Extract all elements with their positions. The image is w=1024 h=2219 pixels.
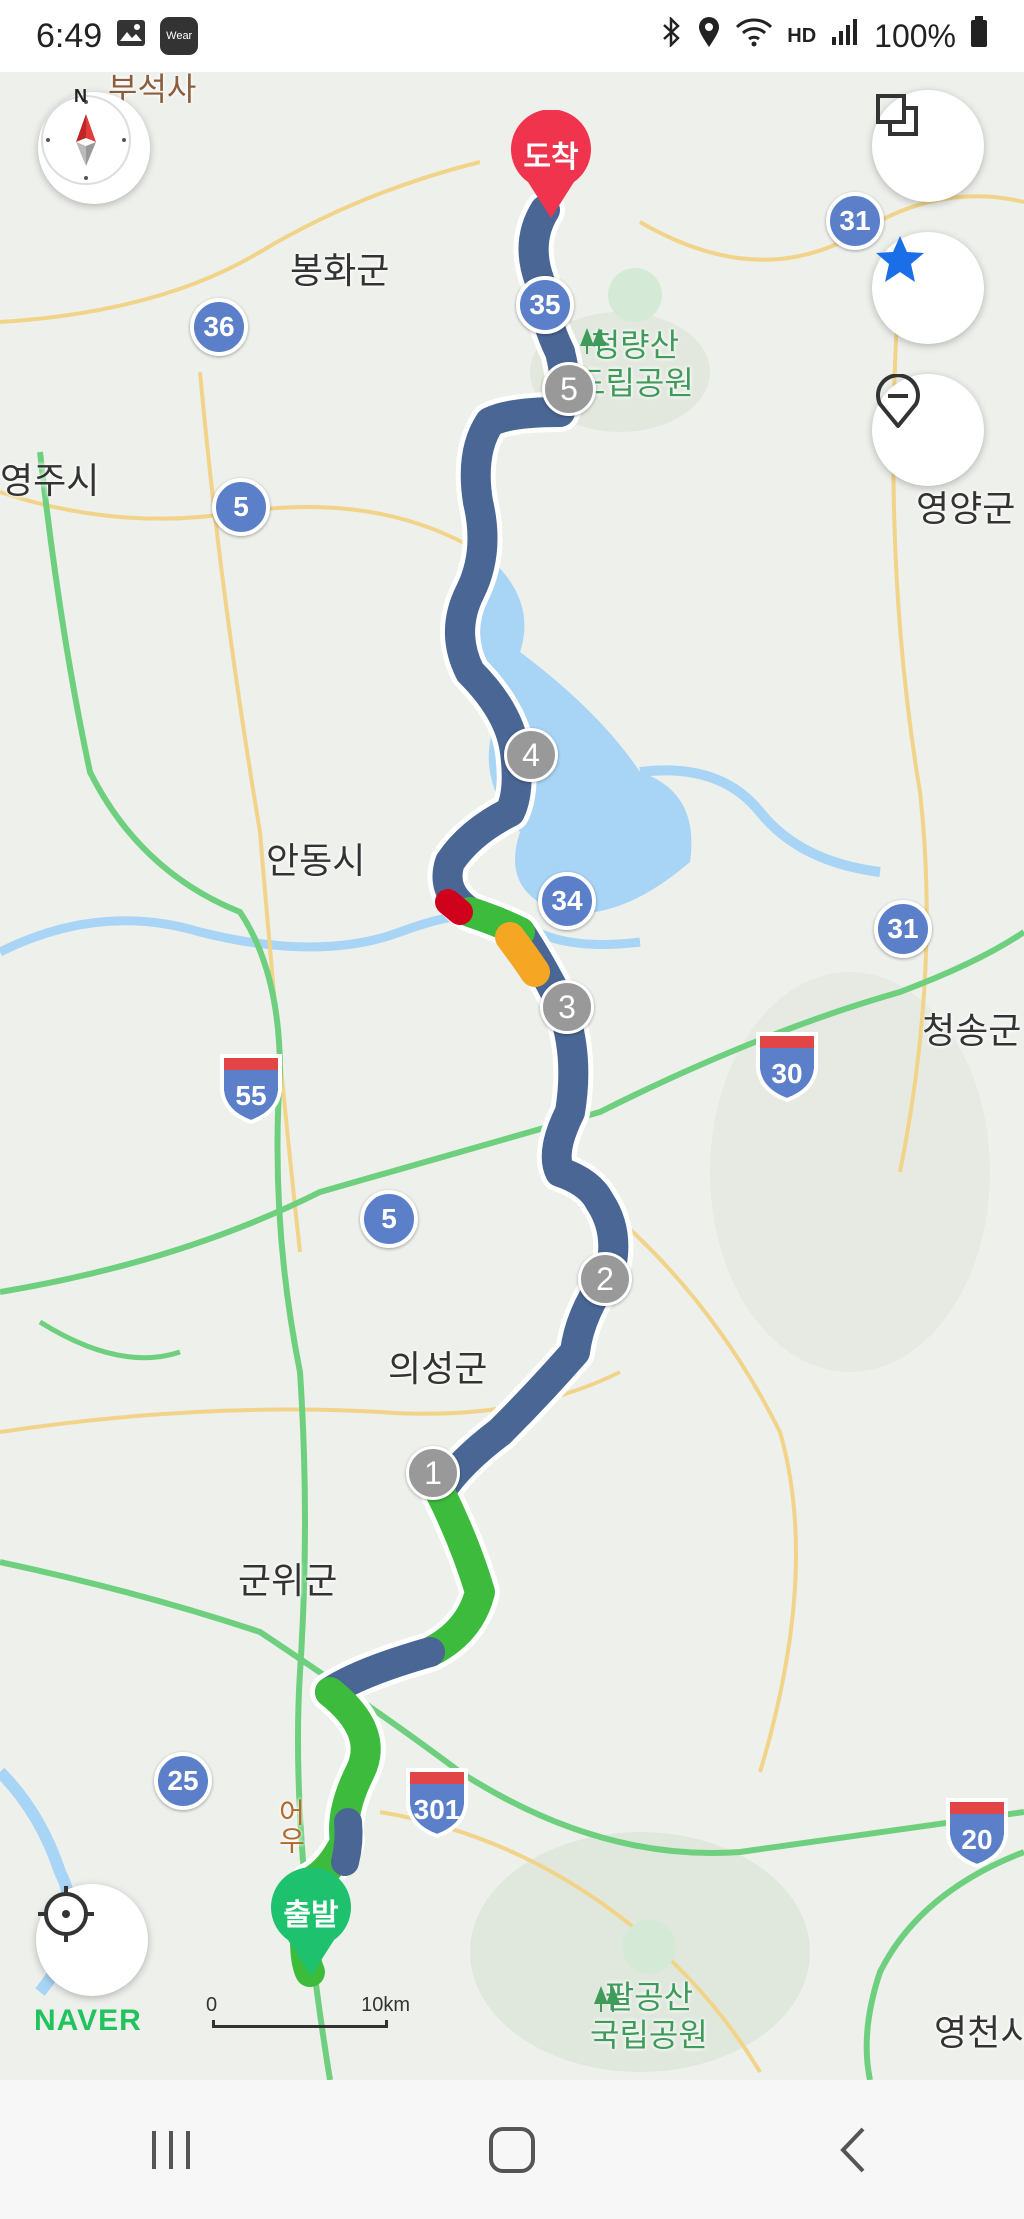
scale-end: 10km bbox=[361, 1994, 410, 2016]
origin-pin[interactable]: 출발 bbox=[268, 1868, 354, 1978]
park-name-line2: 국립공원 bbox=[590, 2017, 708, 2053]
scale-line bbox=[212, 2020, 388, 2028]
waypoint-marker[interactable]: 2 bbox=[578, 1252, 632, 1306]
route-shield: 5 bbox=[360, 1190, 418, 1248]
destination-pin[interactable]: 도착 bbox=[508, 110, 594, 220]
battery-icon bbox=[970, 16, 988, 56]
destination-label: 도착 bbox=[523, 141, 579, 174]
waypoint-marker[interactable]: 4 bbox=[504, 728, 558, 782]
park-icon bbox=[594, 1920, 676, 2012]
compass-button[interactable]: N bbox=[38, 86, 150, 204]
park-label-palgongsan: 팔공산 국립공원 bbox=[590, 1920, 708, 2054]
location-icon bbox=[697, 16, 721, 56]
layers-button[interactable] bbox=[872, 90, 984, 202]
expressway-shield: 301 bbox=[404, 1766, 470, 1838]
place-button[interactable] bbox=[872, 374, 984, 486]
place-label-andong: 안동시 bbox=[266, 840, 366, 881]
place-label-uiseong: 의성군 bbox=[388, 1348, 488, 1389]
waypoint-marker[interactable]: 5 bbox=[542, 362, 596, 416]
place-label-gunwi: 군위군 bbox=[238, 1560, 338, 1601]
system-nav-bar bbox=[0, 2080, 1024, 2219]
signal-icon bbox=[830, 17, 860, 55]
home-button[interactable] bbox=[452, 2110, 572, 2190]
battery-text: 100% bbox=[874, 17, 956, 54]
recents-button[interactable] bbox=[111, 2110, 231, 2190]
compass-north-label: N bbox=[74, 86, 87, 106]
route-shield: 36 bbox=[190, 298, 248, 356]
route-shield: 5 bbox=[212, 478, 270, 536]
route-shield: 31 bbox=[874, 900, 932, 958]
road-label: 어우 bbox=[275, 1798, 306, 1854]
place-label-yeongju: 영주시 bbox=[0, 460, 100, 501]
map-pin-icon bbox=[876, 374, 920, 428]
home-icon bbox=[488, 2126, 535, 2173]
status-left: 6:49 Wear bbox=[36, 16, 199, 56]
waypoint-marker[interactable]: 3 bbox=[540, 980, 594, 1034]
expressway-shield: 55 bbox=[218, 1052, 284, 1124]
waypoint-marker[interactable]: 1 bbox=[406, 1446, 460, 1500]
place-label-yeongcheon: 영천시 bbox=[934, 2012, 1024, 2053]
locate-icon bbox=[38, 1886, 94, 1942]
favorite-button[interactable] bbox=[872, 232, 984, 344]
route-shield: 35 bbox=[516, 276, 574, 334]
hd-voice-icon: HD bbox=[787, 24, 817, 47]
naver-logo: NAVER bbox=[34, 2004, 142, 2037]
scale-bar: 0 10km bbox=[206, 1994, 410, 2034]
star-icon bbox=[876, 236, 924, 282]
gallery-icon bbox=[116, 17, 146, 56]
park-icon bbox=[580, 268, 662, 354]
place-label-bonghwa: 봉화군 bbox=[290, 250, 390, 291]
layers-icon bbox=[876, 94, 918, 136]
status-time: 6:49 bbox=[36, 16, 103, 55]
wear-icon: Wear bbox=[160, 17, 199, 55]
place-label-cheongsong: 청송군 bbox=[922, 1010, 1022, 1051]
origin-label: 출발 bbox=[283, 1899, 339, 1932]
bluetooth-icon bbox=[661, 15, 683, 55]
route-shield: 34 bbox=[538, 872, 596, 930]
recents-icon bbox=[151, 2130, 190, 2169]
route-shield: 25 bbox=[154, 1752, 212, 1810]
back-icon bbox=[840, 2127, 865, 2172]
expressway-shield: 20 bbox=[944, 1796, 1010, 1868]
back-button[interactable] bbox=[793, 2110, 913, 2190]
status-right: HD 100% bbox=[661, 15, 988, 56]
scale-start: 0 bbox=[206, 1994, 218, 2016]
expressway-shield: 30 bbox=[754, 1030, 820, 1102]
status-bar: 6:49 Wear HD 100% bbox=[0, 0, 1024, 72]
locate-button[interactable] bbox=[36, 1884, 148, 1996]
wifi-icon bbox=[735, 17, 773, 55]
map-view[interactable]: 부석사 봉화군 영주시 영양군 안동시 청송군 의성군 군위군 영천시 어우 청… bbox=[0, 72, 1024, 2080]
place-label-yeongyang: 영양군 bbox=[916, 488, 1016, 529]
